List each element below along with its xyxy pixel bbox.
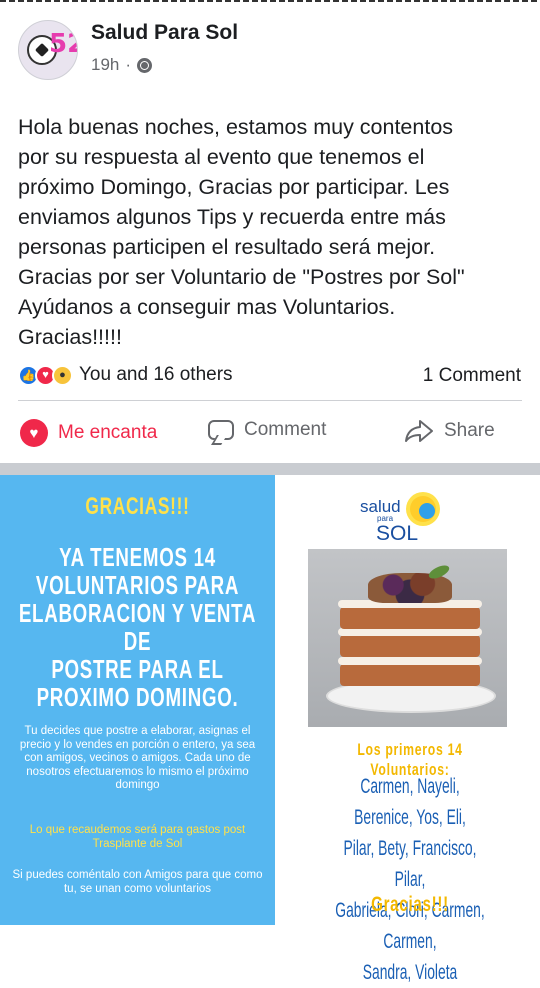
post-image[interactable]: GRACIAS!!! YA TENEMOS 14 VOLUNTARIOS PAR… xyxy=(0,475,540,984)
panel-title: GRACIAS!!! xyxy=(85,493,190,520)
headline-line: YA TENEMOS 14 xyxy=(59,542,216,572)
names-line: Pilar, Bety, Francisco, Pilar, xyxy=(343,837,477,891)
share-label: Share xyxy=(444,420,495,441)
post-line: Hola buenas noches, estamos muy contento… xyxy=(18,115,454,139)
names-line: Sandra, Violeta xyxy=(362,961,458,984)
post-line: Gracias!!!!! xyxy=(18,325,122,349)
closing-thanks: Gracias!!! xyxy=(371,893,449,916)
post-line: por su respuesta al evento que tenemos e… xyxy=(18,145,425,169)
cake-cream xyxy=(338,628,482,636)
comment-label: Comment xyxy=(244,419,327,440)
meta-separator: · xyxy=(125,55,132,74)
logo-word: SOL xyxy=(376,522,419,545)
cake-layer xyxy=(340,607,480,629)
panel-paragraph: Tu decides que postre a elaborar, asigna… xyxy=(19,725,256,791)
reactions-count[interactable]: You and 16 others xyxy=(79,364,233,386)
post-line: personas participen el resultado será me… xyxy=(18,235,436,259)
post-line: próximo Domingo, Gracias por participar.… xyxy=(18,175,450,199)
page-name[interactable]: Salud Para Sol xyxy=(91,21,238,45)
headline-line: ELABORACION Y VENTA DE xyxy=(18,598,257,656)
comment-button[interactable]: Comment xyxy=(208,419,326,441)
berry-topping xyxy=(368,573,452,603)
cake-cream xyxy=(338,657,482,665)
love-reaction-button[interactable]: ♥ Me encanta xyxy=(20,419,157,447)
sun-icon xyxy=(410,496,436,522)
volunteer-names: Carmen, Nayeli, Berenice, Yos, Eli, Pila… xyxy=(290,771,530,988)
top-border xyxy=(0,0,540,2)
names-line: Carmen, Nayeli, Berenice, Yos, Eli, xyxy=(354,775,466,829)
headline-line: VOLUNTARIOS PARA xyxy=(35,570,240,600)
blue-info-panel: GRACIAS!!! YA TENEMOS 14 VOLUNTARIOS PAR… xyxy=(0,475,275,925)
post-line: enviamos algunos Tips y recuerda entre m… xyxy=(18,205,446,229)
panel-headline: YA TENEMOS 14 VOLUNTARIOS PARA ELABORACI… xyxy=(0,543,305,711)
share-icon xyxy=(404,419,434,443)
post-line: Gracias por ser Voluntario de "Postres p… xyxy=(18,265,465,289)
reactions-summary[interactable]: 👍 ♥ ● You and 16 others xyxy=(18,364,233,386)
post-time[interactable]: 19h xyxy=(91,55,119,75)
salud-para-sol-logo: salud para SOL xyxy=(358,489,458,545)
avatar-number: 52 xyxy=(49,29,77,59)
globe-icon[interactable] xyxy=(137,57,153,73)
headline-line: POSTRE PARA EL xyxy=(51,654,224,684)
love-label: Me encanta xyxy=(58,422,158,443)
share-button[interactable]: Share xyxy=(404,419,495,443)
comments-count[interactable]: 1 Comment xyxy=(423,365,521,387)
cake-photo xyxy=(308,549,507,727)
panel-paragraph: Si puedes coméntalo con Amigos para que … xyxy=(12,869,263,895)
cake-layer xyxy=(340,664,480,686)
wow-icon: ● xyxy=(52,364,73,386)
post-meta: 19h · xyxy=(91,55,153,75)
divider xyxy=(18,400,522,401)
comment-icon xyxy=(208,420,234,440)
post-line: Ayúdanos a conseguir mas Voluntarios. xyxy=(18,295,396,319)
post-text: Hola buenas noches, estamos muy contento… xyxy=(18,112,528,352)
cake-layer xyxy=(340,635,480,657)
panel-paragraph-highlight: Lo que recaudemos será para gastos post … xyxy=(29,824,246,850)
section-separator xyxy=(0,463,540,475)
headline-line: PROXIMO DOMINGO. xyxy=(36,682,239,712)
page-avatar[interactable]: 52 xyxy=(18,20,78,80)
heart-icon: ♥ xyxy=(20,419,48,447)
